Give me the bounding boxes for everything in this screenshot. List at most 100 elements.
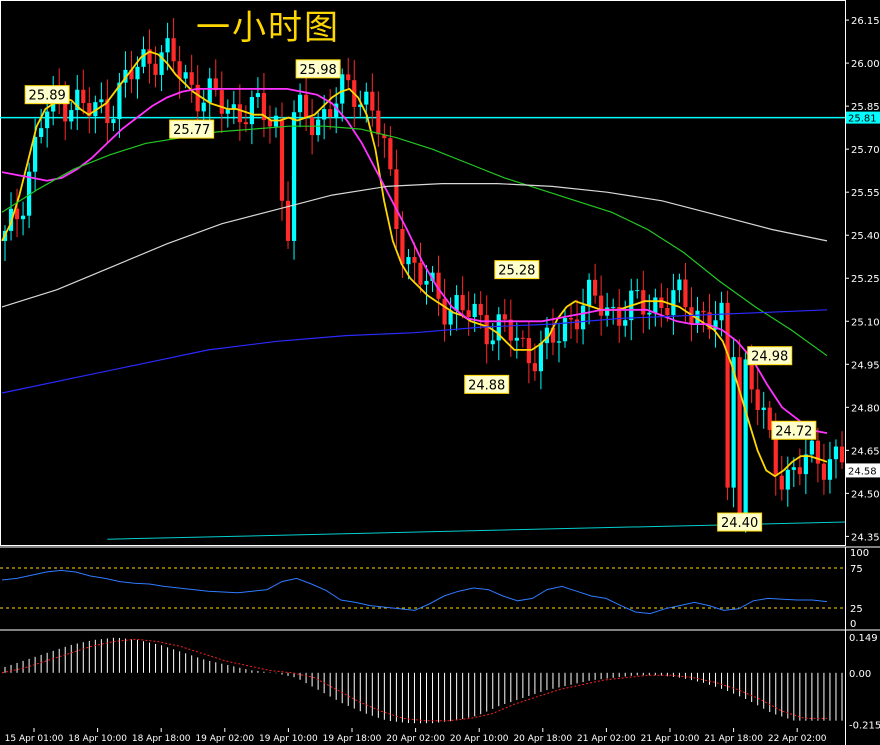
candle-body [580,305,586,330]
candle-body [45,111,50,129]
rsi-y-tick-label: 0 [850,619,856,630]
candle-body [237,104,242,123]
x-tick-label: 21 Apr 10:00 [641,734,700,744]
y-tick-label: 25.10 [851,317,880,328]
y-tick-label: 26.00 [851,59,880,70]
current-price-value: 24.58 [848,466,877,477]
candle-body [490,340,495,345]
candle-body [291,112,297,241]
candle-body [593,279,598,296]
candle-body [725,302,730,488]
candle-body [33,136,38,172]
candle-body [412,257,417,263]
y-tick-label: 25.70 [851,145,880,156]
rsi-y-tick-label: 75 [850,564,863,575]
price-annotation: 24.88 [464,374,510,394]
candle-body [322,109,327,120]
candle-body [502,314,507,320]
candle-body [81,89,86,104]
candle-body [839,446,845,463]
rsi-line [1,569,828,615]
candle-body [255,93,261,98]
candle-body [364,91,369,105]
rsi-y-tick-label: 100 [850,548,869,559]
candle-body [532,363,538,372]
candle-body [833,446,839,460]
candle-body [153,63,158,75]
annotation-text: 24.72 [775,424,812,439]
price-annotation: 24.40 [717,512,763,532]
candle-body [791,467,796,470]
y-tick-label: 25.85 [851,102,880,113]
candle-body [538,343,544,372]
price-annotation: 24.72 [771,420,817,440]
candle-body [20,215,26,220]
x-tick-label: 20 Apr 18:00 [513,734,572,744]
candle-body [472,303,477,318]
x-tick-label: 20 Apr 02:00 [386,734,445,744]
x-tick-label: 15 Apr 01:00 [5,734,64,744]
macd-y-tick-label: -0.215 [849,720,880,731]
candle-body [665,308,670,316]
candle-body [69,110,74,122]
candle-body [671,290,676,316]
candle-body [219,90,224,114]
candle-body [514,337,519,341]
candle-body [189,72,194,85]
candle-body [388,138,393,170]
candle-body [171,38,176,62]
candle-body [743,359,748,514]
candle-body [809,440,814,455]
annotation-text: 24.88 [468,378,505,393]
x-tick-label: 21 Apr 18:00 [704,734,763,744]
rsi-y-tick-label: 25 [850,604,863,615]
candle-body [466,310,471,318]
candle-body [111,119,116,124]
y-tick-label: 25.40 [851,231,880,242]
candle-body [803,454,808,475]
candle-body [623,320,628,326]
candle-body [400,228,405,265]
candle-body [328,109,333,118]
candle-body [303,94,309,118]
candle-body [442,298,447,325]
candle-body [201,102,206,112]
candle-body [183,72,188,79]
price-annotation: 25.28 [494,260,540,280]
price-annotation: 25.77 [169,119,215,139]
candle-body [39,128,44,137]
y-tick-label: 24.50 [851,489,880,500]
annotation-text: 25.98 [300,63,337,78]
candle-body [574,319,580,330]
candle-body [785,469,790,490]
candle-body [508,319,513,341]
x-tick-label: 19 Apr 18:00 [323,734,382,744]
candle-body [249,97,254,125]
x-tick-label: 18 Apr 10:00 [68,734,127,744]
candle-body [346,74,351,81]
annotation-text: 25.28 [498,264,535,279]
candle-body [418,262,423,285]
x-tick-label: 19 Apr 02:00 [195,734,254,744]
candle-body [647,312,652,315]
candle-body [135,66,140,80]
candle-body [719,302,724,321]
y-tick-label: 24.80 [851,403,880,414]
y-tick-label: 24.65 [851,446,880,457]
candle-body [370,91,375,111]
candle-body [243,122,248,125]
candle-body [767,407,772,430]
candle-body [279,120,285,201]
candle-body [340,74,345,104]
annotation-text: 25.77 [173,123,210,138]
annotation-text: 25.89 [29,89,66,104]
y-tick-label: 24.95 [851,360,880,371]
annotation-text: 24.98 [751,350,788,365]
candle-body [562,318,568,342]
candle-body [611,306,616,308]
trading-chart[interactable]: 26.15 26.00 25.85 25.70 25.55 25.40 25.25 25.10… [0,0,880,745]
candle-body [683,279,688,308]
macd-y-tick-label: 0.149 [849,633,878,644]
horizontal-level-value: 25.81 [848,114,877,125]
candle-body [141,49,146,67]
